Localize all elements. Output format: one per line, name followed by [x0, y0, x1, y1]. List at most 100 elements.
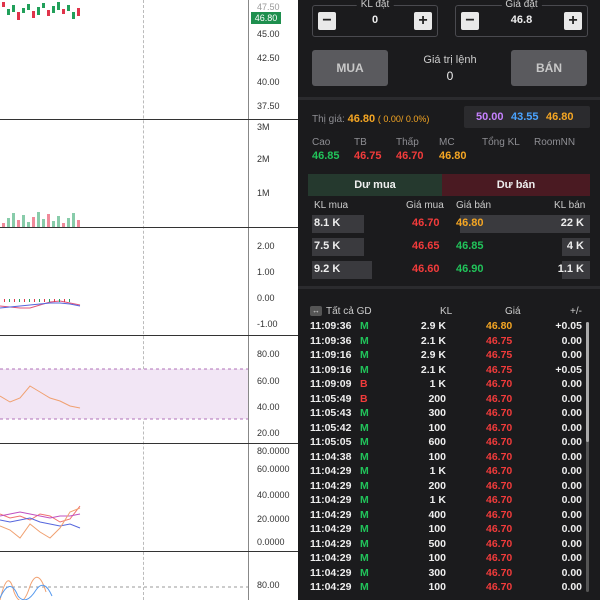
candle [42, 3, 45, 8]
trade-side: M [360, 523, 369, 535]
trade-price: 46.70 [486, 494, 513, 506]
quote-panel: Thị giá: 46.80 ( 0.00/ 0.0%) 50.00 43.55… [298, 103, 600, 289]
trade-time: 11:04:29 [310, 494, 352, 506]
buy-price[interactable]: 46.65 [412, 240, 440, 252]
trade-row: 11:04:29 M 100 46.70 0.00 [308, 523, 588, 538]
oscillator-axis[interactable]: 80.00 [248, 552, 298, 600]
scrollbar-thumb[interactable] [586, 322, 589, 442]
rsi-chart [0, 368, 248, 420]
depth-row[interactable]: 8.1 K 46.70 46.80 22 K [308, 215, 590, 233]
depth-row[interactable]: 9.2 K 46.60 46.90 1.1 K [308, 261, 590, 279]
stat-mc-label: MC [439, 137, 455, 148]
oscillator-panel[interactable]: 80.00 [0, 552, 298, 600]
quantity-plus-button[interactable]: + [414, 12, 432, 30]
candle [32, 11, 35, 18]
macd-histogram-bar [34, 299, 35, 302]
trade-price: 46.80 [486, 320, 513, 332]
rsi-panel[interactable]: 80.00 60.00 40.00 20.00 [0, 336, 298, 444]
price-stepper[interactable]: Giá đặt − 46.8 + [455, 0, 588, 37]
macd-lines [0, 299, 81, 309]
sell-volume: 1.1 K [557, 263, 584, 275]
buy-price[interactable]: 46.60 [412, 263, 440, 275]
stat-avg-value: 46.75 [354, 150, 382, 162]
trade-log-scrollbar[interactable] [586, 322, 589, 592]
candle [77, 8, 80, 16]
stochastic-axis[interactable]: 80.0000 60.0000 40.0000 20.0000 0.0000 [248, 444, 298, 551]
price-plus-button[interactable]: + [564, 12, 582, 30]
volume-bars [2, 212, 80, 227]
volume-tick: 2M [257, 154, 270, 164]
stat-mc-value: 46.80 [439, 150, 467, 162]
floor-price: 43.55 [511, 111, 539, 123]
trade-price: 46.75 [486, 334, 513, 347]
macd-histogram-bar [49, 299, 50, 302]
trade-change: 0.00 [561, 334, 582, 347]
volume-bar [2, 223, 5, 227]
header-all-trades[interactable]: Tất cả GD [326, 306, 372, 317]
volume-bar [47, 214, 50, 227]
macd-histogram-bar [69, 299, 70, 302]
depth-row[interactable]: 7.5 K 46.65 46.85 4 K [308, 238, 590, 256]
trade-time: 11:04:29 [310, 566, 352, 579]
volume-bar [42, 219, 45, 227]
trade-volume: 300 [428, 407, 446, 419]
volume-bar [12, 213, 15, 227]
sell-price[interactable]: 46.80 [456, 217, 484, 229]
sell-volume: 22 K [560, 217, 584, 229]
trade-side: M [360, 552, 369, 564]
sell-price[interactable]: 46.85 [456, 240, 484, 252]
price-axis[interactable]: 47.50 46.80 45.00 42.50 40.00 37.50 [248, 0, 298, 119]
trade-change: 0.00 [561, 552, 582, 564]
trade-volume: 200 [428, 479, 446, 492]
toggle-icon[interactable]: ↔ [310, 306, 322, 316]
stochastic-tick: 0.0000 [257, 537, 285, 547]
volume-axis[interactable]: 3M 2M 1M [248, 120, 298, 227]
trade-volume: 1 K [429, 378, 446, 390]
trade-price: 46.70 [486, 552, 513, 564]
trade-time: 11:04:29 [310, 523, 352, 535]
trade-time: 11:04:38 [310, 450, 352, 463]
trade-row: 11:04:29 M 100 46.70 0.00 [308, 581, 588, 596]
header-trade-change: +/- [570, 306, 582, 317]
sell-button[interactable]: BÁN [511, 50, 587, 86]
trade-volume: 2.1 K [420, 363, 446, 376]
sell-price[interactable]: 46.90 [456, 263, 484, 275]
trade-row: 11:05:43 M 300 46.70 0.00 [308, 407, 588, 422]
trade-side: M [360, 479, 369, 492]
volume-panel[interactable]: 3M 2M 1M [0, 120, 298, 228]
last-price-tag: 46.80 [251, 12, 281, 24]
macd-histogram-bar [59, 299, 60, 302]
trade-volume: 600 [428, 436, 446, 448]
macd-tick: 2.00 [257, 241, 275, 251]
macd-histogram-bar [14, 299, 15, 302]
price-panel[interactable]: 47.50 46.80 45.00 42.50 40.00 37.50 [0, 0, 298, 120]
trade-row: 11:04:29 M 500 46.70 0.00 [308, 538, 588, 553]
macd-panel[interactable]: 2.00 1.00 0.00 -1.00 [0, 228, 298, 336]
market-price-change: ( 0.00/ 0.0%) [377, 114, 430, 124]
trade-row: 11:04:29 M 1 K 46.70 0.00 [308, 494, 588, 509]
trade-change: 0.00 [561, 450, 582, 463]
volume-bar [32, 217, 35, 227]
price-label: Giá đặt [501, 0, 542, 10]
trade-volume: 2.9 K [420, 320, 446, 332]
trade-change: +0.05 [555, 363, 582, 376]
trade-change: 0.00 [561, 407, 582, 419]
buy-price[interactable]: 46.70 [412, 217, 440, 229]
trade-side: M [360, 537, 369, 550]
macd-axis[interactable]: 2.00 1.00 0.00 -1.00 [248, 228, 298, 335]
quantity-stepper[interactable]: KL đặt − 0 + [312, 0, 438, 37]
macd-histogram-bar [64, 299, 65, 302]
rsi-axis[interactable]: 80.00 60.00 40.00 20.00 [248, 336, 298, 443]
trade-price: 46.75 [486, 363, 513, 376]
trade-change: 0.00 [561, 421, 582, 434]
trade-row: 11:04:29 M 300 46.70 0.00 [308, 567, 588, 582]
stochastic-panel[interactable]: 80.0000 60.0000 40.0000 20.0000 0.0000 [0, 444, 298, 552]
macd-histogram-bar [9, 299, 10, 302]
buy-volume: 8.1 K [314, 217, 341, 229]
tab-sell-depth[interactable]: Dư bán [442, 174, 590, 196]
candle [67, 5, 70, 11]
trade-price: 46.70 [486, 523, 513, 535]
buy-button[interactable]: MUA [312, 50, 388, 86]
chart-area[interactable]: 47.50 46.80 45.00 42.50 40.00 37.50 3M 2… [0, 0, 298, 600]
tab-buy-depth[interactable]: Dư mua [308, 174, 442, 196]
